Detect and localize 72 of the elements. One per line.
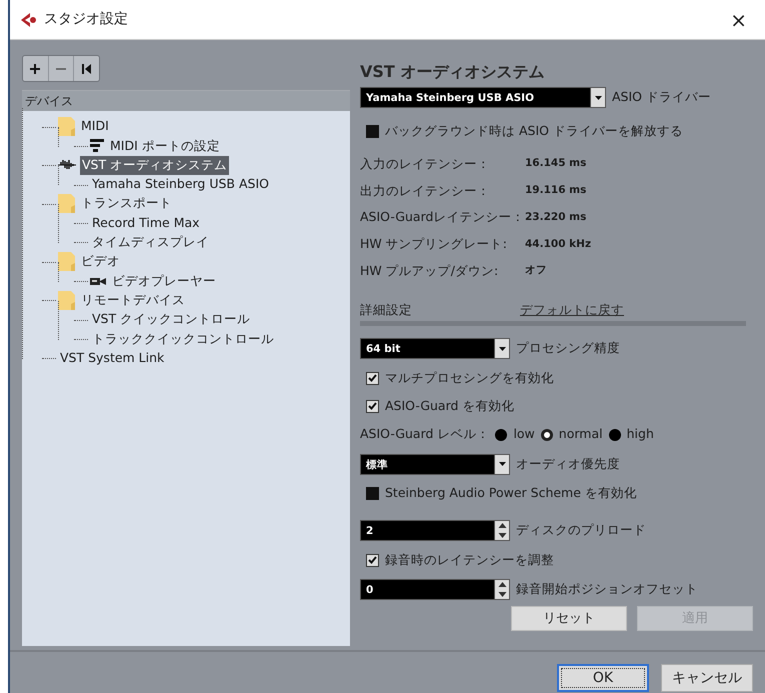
checkbox-label: ASIO-Guard を有効化 xyxy=(385,397,514,415)
radio-label: high xyxy=(626,425,654,444)
dropdown-arrow-icon xyxy=(498,462,506,466)
info-label: ASIO-Guardレイテンシー： xyxy=(360,208,525,226)
section-label: 詳細設定 xyxy=(360,300,413,318)
tree-item[interactable]: VST クイックコントロール xyxy=(90,310,252,329)
checkbox-label: 録音時のレイテンシーを調整 xyxy=(385,550,554,569)
info-label: 入力のレイテンシー： xyxy=(360,154,491,173)
tree-item[interactable]: MIDI xyxy=(79,117,111,136)
tree-item[interactable]: Yamaha Steinberg USB ASIO xyxy=(90,175,271,194)
dropdown-label: プロセシング精度 xyxy=(516,339,620,358)
info-value: 23.220 ms xyxy=(525,210,588,225)
info-label: 出力のレイテンシー： xyxy=(360,182,491,200)
info-value: 16.145 ms xyxy=(525,156,588,172)
checkbox[interactable] xyxy=(366,400,379,413)
waveform-icon xyxy=(58,159,76,172)
info-value: 19.116 ms xyxy=(525,183,588,198)
folder-icon xyxy=(58,194,75,214)
dropdown[interactable]: 標準 xyxy=(360,454,510,474)
tree-item[interactable]: MIDI ポートの設定 xyxy=(108,136,222,156)
tree-item[interactable]: ビデオプレーヤー xyxy=(110,272,218,290)
checkbox-label: バックグラウンド時は ASIO ドライバーを解放する xyxy=(385,122,683,140)
tree-item[interactable]: VST System Link xyxy=(58,348,166,368)
checkbox[interactable] xyxy=(366,486,379,500)
driver-label: ASIO ドライバー xyxy=(612,88,711,106)
tree-item[interactable]: トラッククイックコントロール xyxy=(90,330,276,348)
plus-icon xyxy=(30,64,40,74)
dialog-button[interactable]: OK xyxy=(557,664,649,692)
tree-item[interactable]: タイムディスプレイ xyxy=(90,233,211,252)
checkbox[interactable] xyxy=(366,124,379,138)
number-field-label: ディスクのプリロード xyxy=(516,521,646,540)
tree-item[interactable]: VST オーディオシステム xyxy=(80,156,230,175)
dropdown-arrow-icon xyxy=(594,96,602,100)
panel-title: VST オーディオシステム xyxy=(360,61,546,83)
checkbox[interactable] xyxy=(366,372,379,385)
info-value: 44.100 kHz xyxy=(525,236,592,252)
tree-item[interactable]: Record Time Max xyxy=(90,214,202,232)
info-label: HW サンプリングレート: xyxy=(360,235,508,253)
radio-label: normal xyxy=(558,425,603,444)
skip-back-icon xyxy=(82,64,92,74)
dropdown[interactable]: 64 bit xyxy=(360,338,510,360)
midi-icon xyxy=(90,139,104,152)
tree-header: デバイス xyxy=(22,90,350,111)
info-label: HW プルアップ/ダウン: xyxy=(360,262,500,280)
folder-icon xyxy=(58,252,75,272)
driver-dropdown[interactable]: Yamaha Steinberg USB ASIO xyxy=(360,87,606,108)
panel-button[interactable]: リセット xyxy=(511,606,627,631)
app-logo-icon xyxy=(20,12,38,28)
number-field[interactable]: 2 xyxy=(360,520,510,542)
folder-icon xyxy=(58,290,75,310)
tree-item[interactable]: トランスポート xyxy=(79,194,174,214)
close-button[interactable]: × xyxy=(722,10,755,30)
radio-label: low xyxy=(513,425,535,444)
info-value: オフ xyxy=(525,263,548,278)
defaults-link[interactable]: デフォルトに戻す xyxy=(520,300,624,320)
radio-button[interactable] xyxy=(608,428,621,441)
dropdown-arrow-icon xyxy=(498,346,506,351)
window-title: スタジオ設定 xyxy=(44,10,128,29)
checkbox-label: マルチプロセシングを有効化 xyxy=(385,368,554,387)
radio-button[interactable] xyxy=(540,428,553,441)
radio-button[interactable] xyxy=(495,428,508,441)
dropdown-label: オーディオ優先度 xyxy=(516,454,620,473)
number-field-label: 録音開始ポジションオフセット xyxy=(516,580,698,598)
folder-icon xyxy=(58,117,75,136)
checkbox[interactable] xyxy=(366,554,379,567)
checkbox-label: Steinberg Audio Power Scheme を有効化 xyxy=(385,484,637,502)
video-icon xyxy=(90,276,106,286)
radio-group-label: ASIO-Guard レベル： xyxy=(360,425,490,444)
dialog-button[interactable]: キャンセル xyxy=(661,664,753,692)
tree-item[interactable]: リモートデバイス xyxy=(79,290,187,310)
number-field[interactable]: 0 xyxy=(360,579,510,600)
tree-item[interactable]: ビデオ xyxy=(79,252,122,272)
